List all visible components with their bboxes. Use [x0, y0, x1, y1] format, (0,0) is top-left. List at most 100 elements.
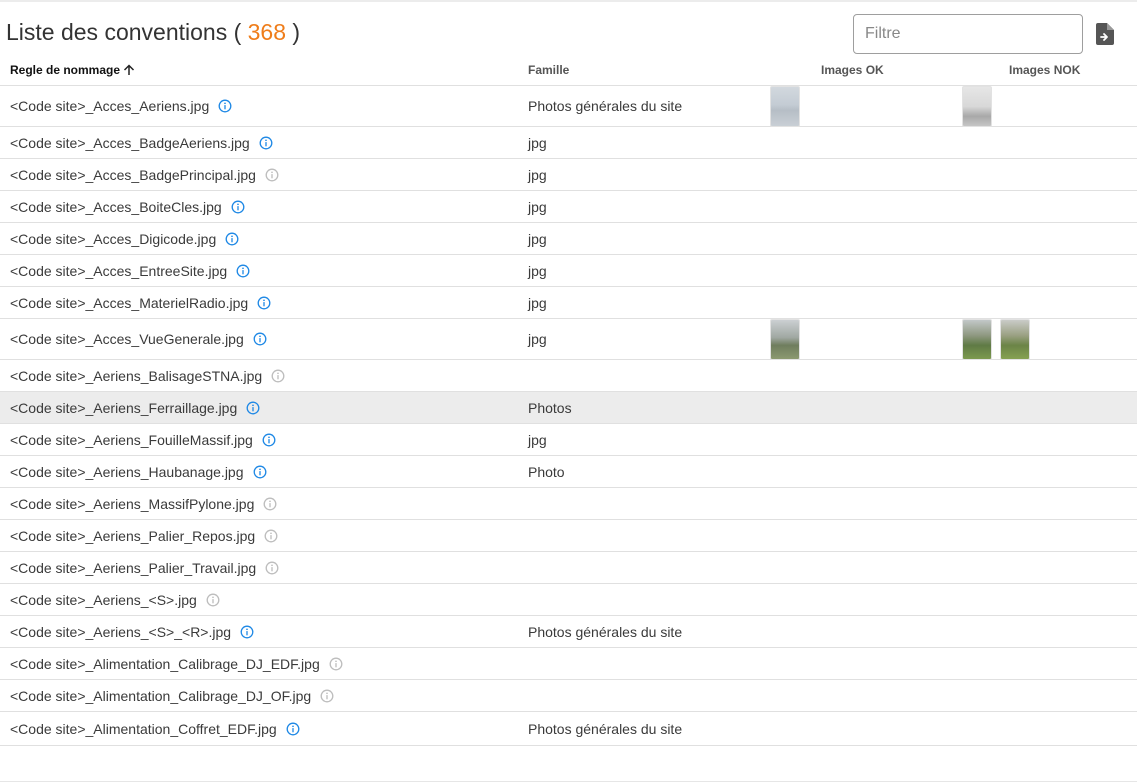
table-row[interactable]: <Code site>_Aeriens_MassifPylone.jpg — [0, 488, 1137, 520]
cell-regle-de-nommage: <Code site>_Alimentation_Coffret_EDF.jpg — [10, 712, 300, 745]
page-title-suffix: ) — [286, 19, 301, 45]
cell-regle-de-nommage: <Code site>_Alimentation_Calibrage_DJ_OF… — [10, 680, 334, 711]
page-title-prefix: Liste des conventions ( — [6, 19, 248, 45]
export-file-button[interactable] — [1092, 21, 1118, 47]
info-icon[interactable] — [257, 296, 271, 310]
table-row[interactable]: <Code site>_Alimentation_Calibrage_DJ_ED… — [0, 648, 1137, 680]
info-icon[interactable] — [262, 433, 276, 447]
cell-regle-de-nommage: <Code site>_Acces_BadgePrincipal.jpg — [10, 159, 279, 190]
table-row[interactable]: <Code site>_Aeriens_Palier_Travail.jpg — [0, 552, 1137, 584]
images-nok-cell — [962, 86, 992, 127]
table-row[interactable]: <Code site>_Acces_Aeriens.jpg Photos géné… — [0, 86, 1137, 127]
cell-regle-de-nommage: <Code site>_Aeriens_BalisageSTNA.jpg — [10, 360, 285, 391]
convention-name: <Code site>_Acces_VueGenerale.jpg — [10, 331, 244, 347]
info-icon[interactable] — [271, 369, 285, 383]
top-divider — [0, 0, 1137, 2]
image-nok-thumbnail[interactable] — [962, 319, 992, 360]
column-header-famille[interactable]: Famille — [528, 63, 569, 77]
convention-name: <Code site>_Acces_BoiteCles.jpg — [10, 198, 222, 215]
cell-famille: Photos générales du site — [528, 98, 683, 114]
info-icon[interactable] — [265, 561, 279, 575]
cell-famille: Photos générales du site — [528, 623, 683, 640]
table-row[interactable]: <Code site>_Alimentation_Coffret_EDF.jpg… — [0, 712, 1137, 746]
convention-name: <Code site>_Acces_Digicode.jpg — [10, 230, 217, 247]
column-header-regle-label: Regle de nommage — [10, 63, 121, 77]
info-icon[interactable] — [286, 722, 300, 736]
info-icon[interactable] — [259, 136, 273, 150]
table-row[interactable]: <Code site>_Acces_VueGenerale.jpg jpg — [0, 319, 1137, 360]
image-nok-thumbnail[interactable] — [1000, 319, 1030, 360]
convention-name: <Code site>_Alimentation_Coffret_EDF.jpg — [10, 720, 277, 737]
table-header: Regle de nommage Famille Images OK Image… — [0, 56, 1137, 86]
table-row[interactable]: <Code site>_Acces_MaterielRadio.jpg jpg — [0, 287, 1137, 319]
info-icon[interactable] — [231, 200, 245, 214]
images-nok-cell — [962, 319, 1030, 360]
cell-regle-de-nommage: <Code site>_Acces_VueGenerale.jpg — [10, 319, 267, 359]
info-icon[interactable] — [246, 401, 260, 415]
cell-famille: jpg — [528, 331, 547, 347]
convention-name: <Code site>_Alimentation_Calibrage_DJ_ED… — [10, 655, 320, 672]
bottom-divider — [0, 781, 1137, 782]
sort-arrow-up-icon — [124, 64, 135, 75]
table-row[interactable]: <Code site>_Aeriens_<S>_<R>.jpg Photos gé… — [0, 616, 1137, 648]
info-icon[interactable] — [329, 657, 343, 671]
cell-regle-de-nommage: <Code site>_Aeriens_MassifPylone.jpg — [10, 488, 277, 519]
info-icon[interactable] — [225, 232, 239, 246]
filter-input[interactable] — [853, 14, 1083, 54]
convention-name: <Code site>_Acces_MaterielRadio.jpg — [10, 294, 249, 311]
convention-name: <Code site>_Aeriens_Ferraillage.jpg — [10, 399, 238, 416]
table-row[interactable]: <Code site>_Acces_EntreeSite.jpg jpg — [0, 255, 1137, 287]
info-icon[interactable] — [320, 689, 334, 703]
cell-famille: jpg — [528, 230, 547, 247]
info-icon[interactable] — [240, 625, 254, 639]
cell-famille: Photos générales du site — [528, 720, 683, 737]
table-row[interactable]: <Code site>_Aeriens_BalisageSTNA.jpg — [0, 360, 1137, 392]
convention-name: <Code site>_Acces_BadgeAeriens.jpg — [10, 134, 250, 151]
table-row[interactable]: <Code site>_Alimentation_Calibrage_DJ_OF… — [0, 680, 1137, 712]
convention-name: <Code site>_Aeriens_Palier_Repos.jpg — [10, 527, 256, 544]
cell-regle-de-nommage: <Code site>_Acces_Digicode.jpg — [10, 223, 239, 254]
images-ok-cell — [770, 86, 800, 127]
cell-famille: jpg — [528, 262, 547, 279]
cell-famille: Photos — [528, 399, 572, 416]
page-title: Liste des conventions ( 368 ) — [6, 19, 300, 46]
cell-regle-de-nommage: <Code site>_Aeriens_Haubanage.jpg — [10, 456, 267, 487]
info-icon[interactable] — [265, 168, 279, 182]
table-row[interactable]: <Code site>_Aeriens_<S>.jpg — [0, 584, 1137, 616]
info-icon[interactable] — [236, 264, 250, 278]
conventions-table-body: <Code site>_Acces_Aeriens.jpg Photos géné… — [0, 86, 1137, 746]
info-icon[interactable] — [264, 529, 278, 543]
column-header-regle[interactable]: Regle de nommage — [10, 63, 135, 77]
cell-regle-de-nommage: <Code site>_Aeriens_<S>_<R>.jpg — [10, 616, 254, 647]
table-row[interactable]: <Code site>_Acces_BadgePrincipal.jpg jpg — [0, 159, 1137, 191]
cell-regle-de-nommage: <Code site>_Aeriens_Palier_Travail.jpg — [10, 552, 279, 583]
column-header-images-ok[interactable]: Images OK — [821, 63, 884, 77]
table-row[interactable]: <Code site>_Aeriens_Ferraillage.jpg Photo… — [0, 392, 1137, 424]
info-icon[interactable] — [253, 465, 267, 479]
table-row[interactable]: <Code site>_Aeriens_Palier_Repos.jpg — [0, 520, 1137, 552]
cell-regle-de-nommage: <Code site>_Acces_EntreeSite.jpg — [10, 255, 250, 286]
table-row[interactable]: <Code site>_Aeriens_FouilleMassif.jpg jpg — [0, 424, 1137, 456]
convention-name: <Code site>_Aeriens_BalisageSTNA.jpg — [10, 367, 263, 384]
convention-name: <Code site>_Aeriens_MassifPylone.jpg — [10, 495, 255, 512]
conventions-count: 368 — [247, 19, 287, 45]
info-icon[interactable] — [218, 99, 232, 113]
table-row[interactable]: <Code site>_Acces_Digicode.jpg jpg — [0, 223, 1137, 255]
image-ok-thumbnail[interactable] — [770, 319, 800, 360]
cell-regle-de-nommage: <Code site>_Acces_BoiteCles.jpg — [10, 191, 245, 222]
info-icon[interactable] — [206, 593, 220, 607]
table-row[interactable]: <Code site>_Aeriens_Haubanage.jpg Photo — [0, 456, 1137, 488]
convention-name: <Code site>_Aeriens_<S>.jpg — [10, 591, 197, 608]
cell-famille: jpg — [528, 431, 547, 448]
info-icon[interactable] — [253, 332, 267, 346]
cell-regle-de-nommage: <Code site>_Alimentation_Calibrage_DJ_ED… — [10, 648, 343, 679]
cell-famille: jpg — [528, 166, 547, 183]
convention-name: <Code site>_Acces_EntreeSite.jpg — [10, 262, 228, 279]
table-row[interactable]: <Code site>_Acces_BoiteCles.jpg jpg — [0, 191, 1137, 223]
column-header-images-nok[interactable]: Images NOK — [1009, 63, 1080, 77]
image-nok-thumbnail[interactable] — [962, 86, 992, 127]
cell-regle-de-nommage: <Code site>_Acces_MaterielRadio.jpg — [10, 287, 271, 318]
info-icon[interactable] — [263, 497, 277, 511]
image-ok-thumbnail[interactable] — [770, 86, 800, 127]
table-row[interactable]: <Code site>_Acces_BadgeAeriens.jpg jpg — [0, 127, 1137, 159]
